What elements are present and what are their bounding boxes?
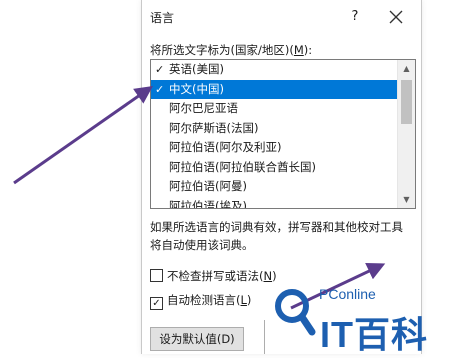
language-label: 阿拉伯语(埃及) <box>169 198 247 209</box>
language-item[interactable]: 阿拉伯语(阿曼) <box>151 177 397 197</box>
spellcheck-icon: ✓ <box>155 63 165 76</box>
language-label: 阿拉伯语(阿曼) <box>169 179 247 193</box>
language-label: 阿尔巴尼亚语 <box>169 101 238 115</box>
ok-button-edge <box>264 320 265 354</box>
language-label: 阿拉伯语(阿拉伯联合酋长国) <box>169 159 316 174</box>
language-item[interactable]: 阿拉伯语(埃及) <box>151 197 397 209</box>
language-label: 中文(中国) <box>169 81 224 96</box>
language-item[interactable]: ✓ 中文(中国) <box>151 79 397 99</box>
language-label: 英语(美国) <box>169 62 224 76</box>
language-item[interactable]: 阿尔巴尼亚语 <box>151 99 397 119</box>
close-button[interactable] <box>384 5 408 29</box>
title-bar[interactable]: 语言 ? <box>142 0 421 34</box>
language-item[interactable]: 阿尔萨斯语(法国) <box>151 119 397 139</box>
language-label: 阿拉伯语(阿尔及利亚) <box>169 140 282 154</box>
close-icon <box>389 10 403 24</box>
watermark-name: IT百科 <box>320 314 428 355</box>
scrollbar-thumb[interactable] <box>401 80 412 124</box>
watermark-brand: PConline <box>319 286 376 302</box>
language-label: 阿尔萨斯语(法国) <box>169 120 259 135</box>
scroll-up-arrow-icon[interactable]: ▲ <box>398 60 415 77</box>
language-list-label: 将所选文字标为(国家/地区)(M): <box>150 43 313 57</box>
language-item[interactable]: ✓ 英语(美国) <box>151 60 397 80</box>
scroll-down-arrow-icon[interactable]: ▼ <box>398 191 415 208</box>
description-text: 如果所选语言的词典有效，拼写器和其他校对工具将自动使用该词典。 <box>150 220 403 252</box>
language-listbox[interactable]: ✓ 英语(美国) ✓ 中文(中国) 阿尔巴尼亚语阿尔萨斯语(法国) 阿拉伯语(阿尔及利亚)… <box>150 59 416 209</box>
language-item[interactable]: 阿拉伯语(阿拉伯联合酋长国) <box>151 158 397 178</box>
no-proofing-checkbox[interactable]: 不检查拼写或语法(N) <box>150 268 277 284</box>
detect-language-checkbox[interactable]: ✓ 自动检测语言(L) <box>150 292 251 310</box>
checkbox-box[interactable] <box>150 269 163 282</box>
language-list: ✓ 英语(美国) ✓ 中文(中国) 阿尔巴尼亚语阿尔萨斯语(法国) 阿拉伯语(阿尔及利亚)… <box>151 60 397 209</box>
help-button[interactable]: ? <box>344 6 366 28</box>
pconline-watermark: PConline IT百科 <box>272 270 465 355</box>
spellcheck-icon: ✓ <box>155 82 165 96</box>
search-logo-icon <box>275 289 316 336</box>
access-key: M <box>293 43 304 57</box>
set-default-button[interactable]: 设为默认值(D) <box>150 327 244 351</box>
vertical-scrollbar[interactable]: ▲ ▼ <box>397 60 415 208</box>
language-item[interactable]: 阿拉伯语(阿尔及利亚) <box>151 138 397 158</box>
checkbox-box[interactable]: ✓ <box>150 297 163 310</box>
dialog-title: 语言 <box>150 11 175 25</box>
pointer-arrow <box>13 85 153 185</box>
